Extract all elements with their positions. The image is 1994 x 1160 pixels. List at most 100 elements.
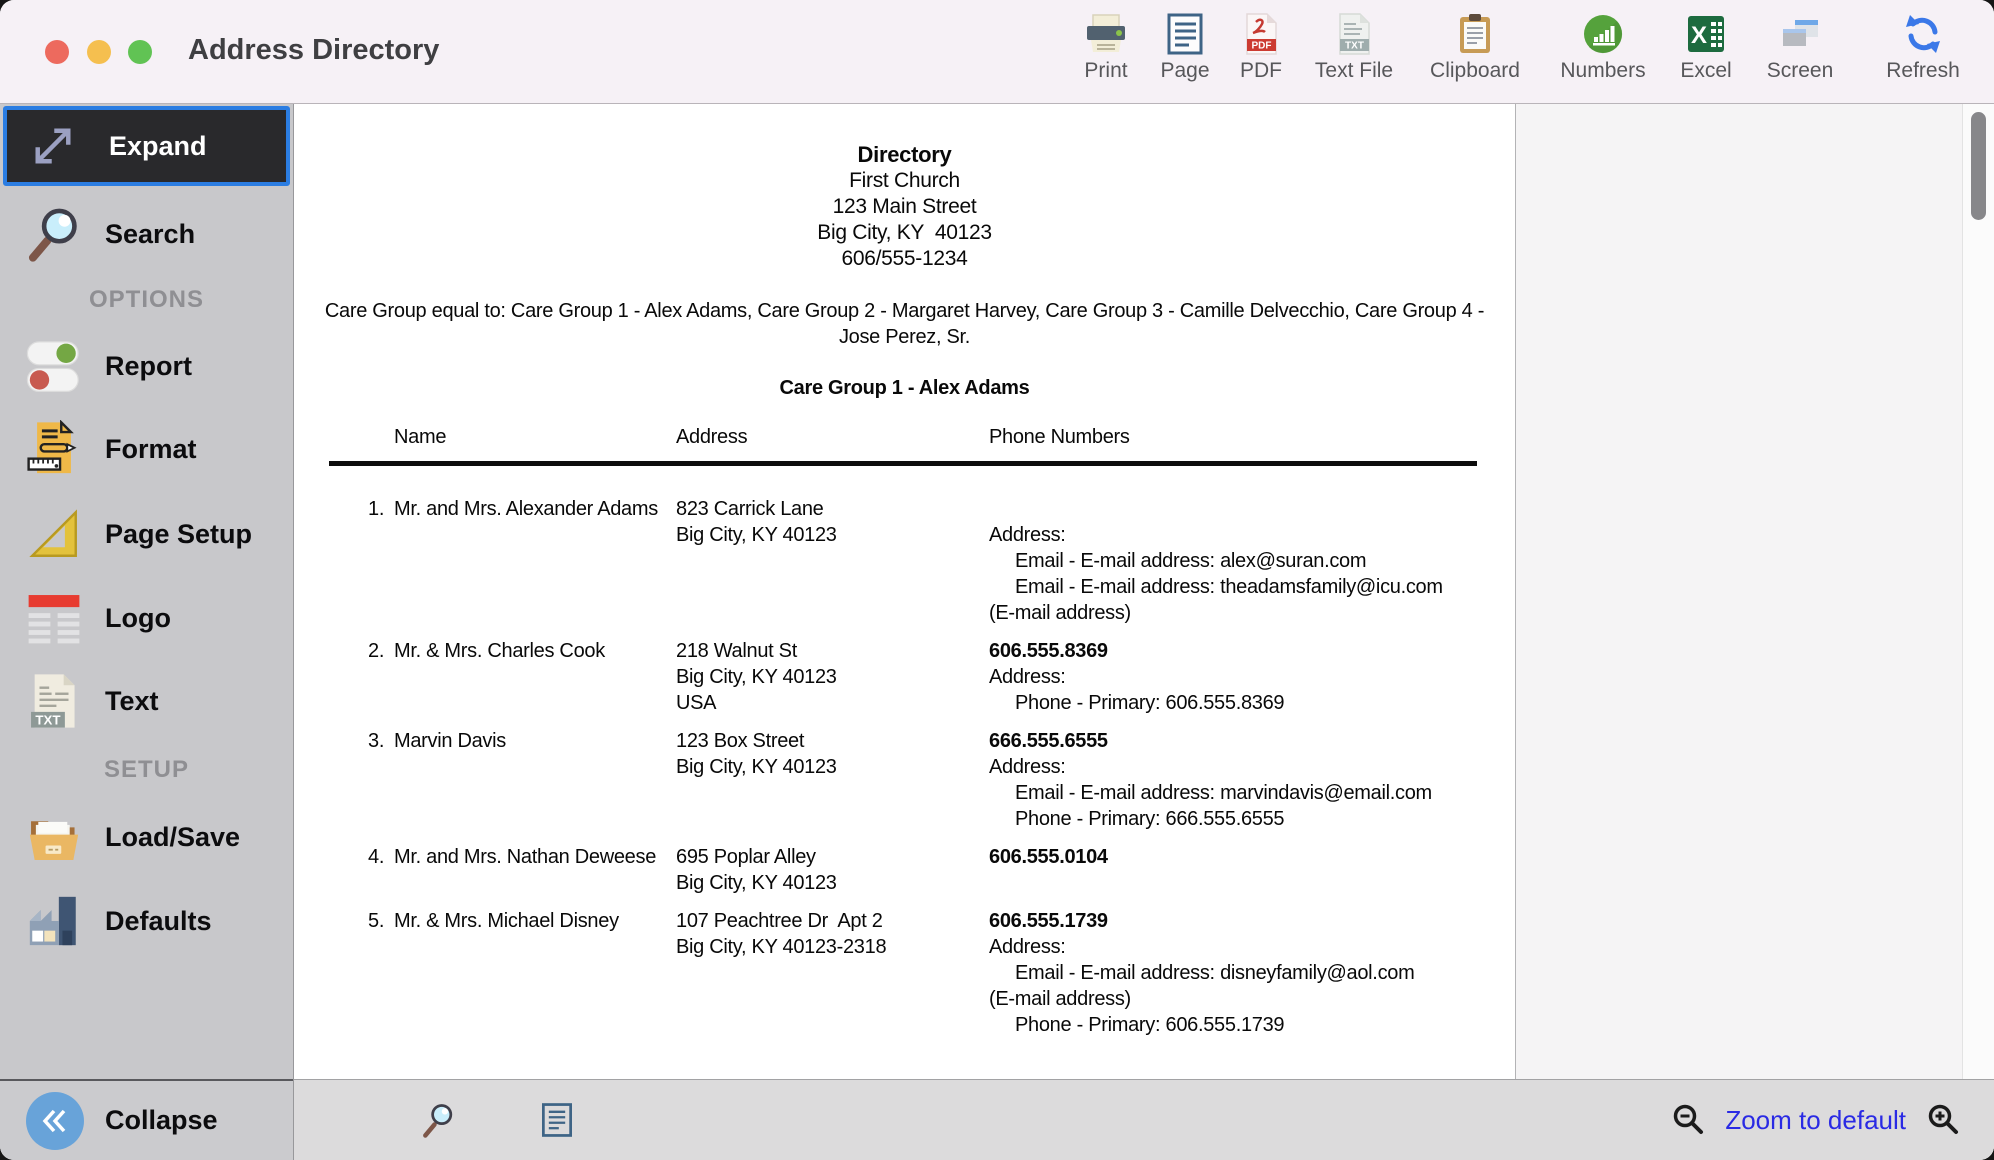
sidebar-item-label: Page Setup — [105, 519, 252, 550]
entry-name: Mr. and Mrs. Alexander Adams — [394, 496, 676, 626]
zoom-in-button[interactable] — [1920, 1097, 1966, 1143]
entry-address-line: 218 Walnut St — [676, 638, 989, 664]
txt-file-icon: TXT — [1332, 12, 1376, 56]
toolbar-text-file-button[interactable]: TXT Text File — [1299, 12, 1409, 100]
sidebar-item-expand[interactable]: Expand — [3, 106, 290, 186]
sidebar-item-load-save[interactable]: Load/Save — [0, 805, 293, 869]
search-preview-icon[interactable] — [416, 1097, 462, 1143]
entry-phone-line: (E-mail address) — [989, 986, 1515, 1012]
app-window: Address Directory Print — [0, 0, 1994, 1160]
logo-layout-icon — [22, 589, 86, 647]
directory-entry: 1. Mr. and Mrs. Alexander Adams 823 Carr… — [294, 496, 1515, 626]
close-window-button[interactable] — [45, 40, 69, 64]
scrollbar-thumb[interactable] — [1971, 112, 1986, 220]
sidebar-item-logo[interactable]: Logo — [0, 586, 293, 650]
report-city: Big City, KY 40123 — [294, 220, 1515, 246]
factory-icon — [22, 892, 86, 950]
sidebar-item-search[interactable]: Search — [0, 202, 293, 266]
toolbar-numbers-button[interactable]: Numbers — [1548, 12, 1658, 100]
entry-phone-numbers: 666.555.6555Address:Email - E-mail addre… — [989, 728, 1515, 832]
entry-address-line: Big City, KY 40123 — [676, 664, 989, 690]
entry-address: 823 Carrick LaneBig City, KY 40123 — [676, 496, 989, 626]
folder-icon — [22, 808, 86, 866]
excel-icon: X — [1684, 12, 1728, 56]
format-document-icon — [22, 420, 86, 478]
entry-address-line: 695 Poplar Alley — [676, 844, 989, 870]
entry-phone-line: 606.555.1739 — [989, 908, 1515, 934]
zoom-out-button[interactable] — [1665, 1097, 1711, 1143]
toggle-switches-icon — [22, 337, 86, 395]
sidebar-item-label: Format — [105, 434, 197, 465]
entry-phone-line: Email - E-mail address: disneyfamily@aol… — [989, 960, 1515, 986]
numbers-chart-icon — [1581, 12, 1625, 56]
report-phone: 606/555-1234 — [294, 246, 1515, 272]
sidebar-item-page-setup[interactable]: Page Setup — [0, 502, 293, 566]
entry-phone-line: Email - E-mail address: alex@suran.com — [989, 548, 1515, 574]
entry-phone-numbers: 606.555.0104 — [989, 844, 1515, 896]
svg-text:X: X — [1691, 22, 1707, 49]
svg-text:TXT: TXT — [1345, 41, 1364, 52]
sidebar-section-setup: SETUP — [0, 756, 293, 784]
sidebar-item-label: Expand — [109, 131, 207, 162]
entry-address-line: Big City, KY 40123 — [676, 522, 989, 548]
sidebar-item-label: Load/Save — [105, 822, 240, 853]
pdf-file-icon: PDF — [1239, 12, 1283, 56]
toolbar-label: Numbers — [1560, 59, 1645, 83]
sidebar-item-label: Search — [105, 219, 195, 250]
report-street: 123 Main Street — [294, 194, 1515, 220]
toolbar-label: PDF — [1240, 59, 1282, 83]
entry-phone-line: Address: — [989, 522, 1515, 548]
directory-entry: 3. Marvin Davis 123 Box StreetBig City, … — [294, 728, 1515, 832]
entry-phone-line: 606.555.8369 — [989, 638, 1515, 664]
sidebar-section-options: OPTIONS — [0, 286, 293, 314]
sidebar-item-defaults[interactable]: Defaults — [0, 889, 293, 953]
entry-address-line: 107 Peachtree Dr Apt 2 — [676, 908, 989, 934]
entry-phone-line: Email - E-mail address: marvindavis@emai… — [989, 780, 1515, 806]
toolbar-label: Page — [1160, 59, 1209, 83]
toolbar-label: Print — [1084, 59, 1127, 83]
entry-address-line: 123 Box Street — [676, 728, 989, 754]
entry-phone-line: Email - E-mail address: theadamsfamily@i… — [989, 574, 1515, 600]
entry-address: 218 Walnut StBig City, KY 40123USA — [676, 638, 989, 716]
report-organization: First Church — [294, 168, 1515, 194]
vertical-scrollbar[interactable] — [1962, 104, 1994, 1079]
minimize-window-button[interactable] — [87, 40, 111, 64]
title-bar: Address Directory Print — [0, 0, 1994, 104]
toolbar-label: Clipboard — [1430, 59, 1520, 83]
collapse-chevrons-icon — [26, 1092, 84, 1150]
sidebar: Expand Search OPTIONS — [0, 104, 293, 1160]
entry-number: 1. — [368, 496, 394, 626]
sidebar-item-report[interactable]: Report — [0, 334, 293, 398]
entry-number: 2. — [368, 638, 394, 716]
sidebar-item-label: Text — [105, 686, 159, 717]
zoom-window-button[interactable] — [128, 40, 152, 64]
toolbar-clipboard-button[interactable]: Clipboard — [1420, 12, 1530, 100]
sidebar-item-collapse[interactable]: Collapse — [0, 1079, 293, 1160]
clipboard-icon — [1453, 12, 1497, 56]
toolbar-screen-button[interactable]: Screen — [1745, 12, 1855, 100]
entry-name: Mr. & Mrs. Charles Cook — [394, 638, 676, 716]
entry-address-line: USA — [676, 690, 989, 716]
main-area: Directory First Church 123 Main Street B… — [293, 104, 1994, 1160]
status-bar: Zoom to default — [294, 1079, 1994, 1160]
txt-file-icon: TXT — [22, 672, 86, 730]
column-header-address: Address — [676, 424, 989, 450]
column-header-name: Name — [394, 424, 676, 450]
entry-phone-numbers: 606.555.8369Address:Phone - Primary: 606… — [989, 638, 1515, 716]
sidebar-item-text[interactable]: TXT Text — [0, 669, 293, 733]
report-header: Directory First Church 123 Main Street B… — [294, 142, 1515, 272]
zoom-to-default-link[interactable]: Zoom to default — [1725, 1105, 1906, 1136]
entry-phone-line: 666.555.6555 — [989, 728, 1515, 754]
toolbar-refresh-button[interactable]: Refresh — [1868, 12, 1978, 100]
sidebar-item-format[interactable]: Format — [0, 417, 293, 481]
entry-address: 107 Peachtree Dr Apt 2Big City, KY 40123… — [676, 908, 989, 1038]
directory-entry: 5. Mr. & Mrs. Michael Disney 107 Peachtr… — [294, 908, 1515, 1038]
entry-phone-line: Phone - Primary: 606.555.1739 — [989, 1012, 1515, 1038]
table-header: Name Address Phone Numbers — [294, 424, 1515, 450]
entry-number: 5. — [368, 908, 394, 1038]
toolbar-label: Screen — [1767, 59, 1834, 83]
document-view-icon[interactable] — [534, 1097, 580, 1143]
toolbar-label: Text File — [1315, 59, 1393, 83]
entry-number: 3. — [368, 728, 394, 832]
entry-address-line: Big City, KY 40123 — [676, 754, 989, 780]
